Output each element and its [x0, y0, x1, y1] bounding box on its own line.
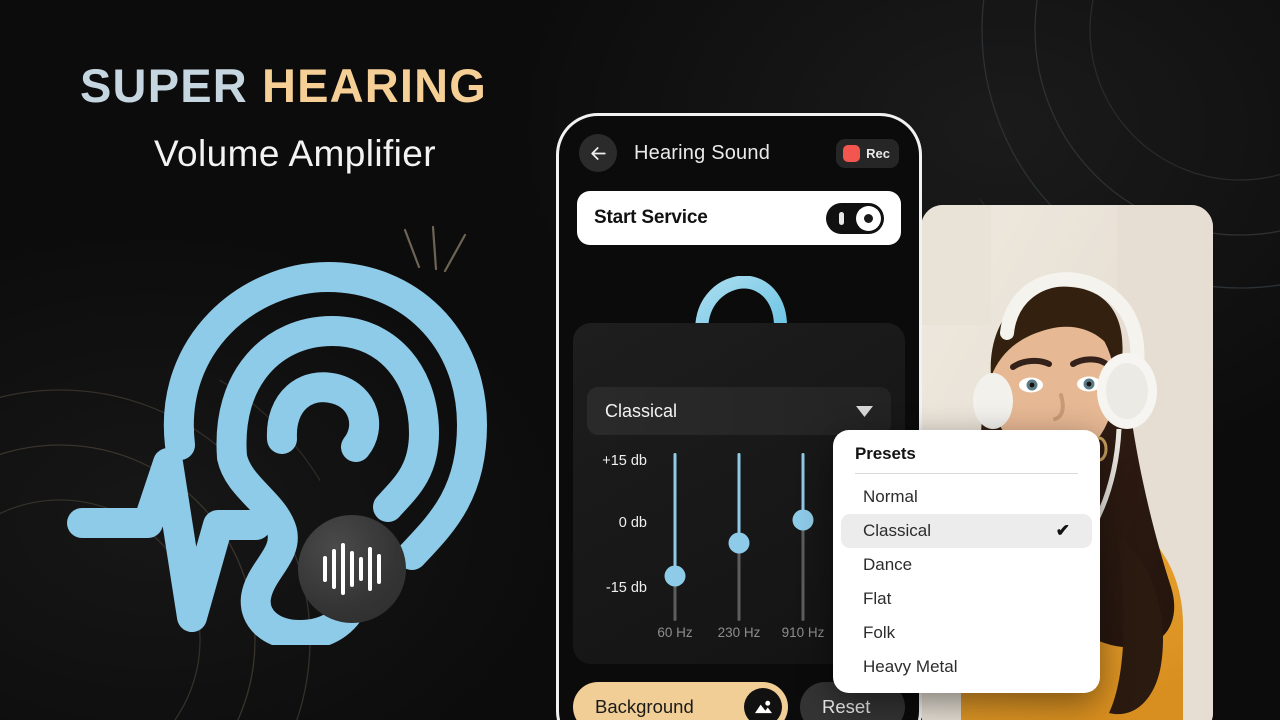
preset-item-flat[interactable]: Flat: [841, 582, 1092, 616]
app-header: Hearing Sound Rec: [573, 116, 905, 190]
presets-dropdown[interactable]: Presets Normal Classical ✔ Dance Flat Folk Hea…: [833, 430, 1100, 693]
eq-slider-1[interactable]: [718, 453, 760, 621]
eq-frequency-label: 910 Hz: [781, 625, 825, 640]
chevron-down-icon: [856, 405, 873, 417]
start-service-card: Start Service: [577, 191, 901, 245]
eq-slider-fill: [673, 453, 677, 577]
record-label: Rec: [866, 145, 890, 161]
db-label-bottom: -15 db: [605, 580, 647, 596]
record-dot-icon: [843, 144, 861, 162]
background-button[interactable]: Background: [573, 682, 788, 720]
preset-item-classical[interactable]: Classical ✔: [841, 514, 1092, 548]
preset-item-label: Normal: [863, 487, 918, 506]
check-icon: ✔: [1055, 521, 1070, 540]
preset-item-dance[interactable]: Dance: [841, 548, 1092, 582]
record-button[interactable]: Rec: [836, 138, 899, 168]
page-title: Hearing Sound: [634, 141, 771, 164]
eq-slider-thumb[interactable]: [728, 532, 750, 554]
arrow-left-icon: [590, 146, 606, 160]
preset-item-label: Dance: [863, 555, 913, 574]
preset-item-normal[interactable]: Normal: [841, 480, 1092, 514]
db-label-top: +15 db: [602, 453, 647, 469]
toggle-bar-icon: [839, 211, 844, 225]
eq-frequency-label: 230 Hz: [717, 625, 761, 640]
preset-item-folk[interactable]: Folk: [841, 616, 1092, 650]
audio-bars-icon: [298, 515, 406, 623]
preset-item-label: Classical: [863, 521, 932, 540]
toggle-knob: [856, 205, 881, 231]
headline-title: SUPER HEARING: [80, 62, 550, 109]
reset-button-label: Reset: [822, 696, 871, 717]
eq-slider-0[interactable]: [654, 453, 696, 621]
eq-slider-thumb[interactable]: [792, 509, 814, 531]
eq-slider-thumb[interactable]: [664, 565, 686, 587]
db-axis-labels: +15 db 0 db -15 db: [585, 453, 647, 603]
preset-item-label: Flat: [863, 589, 892, 608]
preset-item-label: Folk: [863, 623, 896, 642]
ear-waveform-icon: [67, 262, 487, 645]
headline-block: SUPER HEARING Volume Amplifier: [80, 62, 550, 175]
presets-dropdown-divider: [855, 473, 1078, 474]
presets-dropdown-title: Presets: [855, 444, 916, 463]
headline-word-hearing: HEARING: [261, 59, 488, 112]
eq-frequency-label: 60 Hz: [657, 625, 693, 640]
headline-subtitle: Volume Amplifier: [154, 133, 436, 174]
promo-banner: SUPER HEARING Volume Amplifier Hearing S…: [0, 0, 1280, 720]
eq-slider-fill: [737, 453, 741, 543]
image-icon: [744, 688, 782, 720]
start-service-label: Start Service: [594, 207, 708, 228]
headline-word-super: SUPER: [80, 59, 248, 112]
preset-selected-value: Classical: [605, 400, 678, 421]
eq-slider-2[interactable]: [782, 453, 824, 621]
preset-item-heavy-metal[interactable]: Heavy Metal: [841, 650, 1092, 684]
preset-item-label: Heavy Metal: [863, 657, 958, 676]
back-button[interactable]: [579, 134, 617, 172]
start-service-toggle[interactable]: [826, 202, 884, 234]
preset-select[interactable]: Classical: [587, 387, 891, 435]
background-button-label: Background: [595, 696, 694, 717]
